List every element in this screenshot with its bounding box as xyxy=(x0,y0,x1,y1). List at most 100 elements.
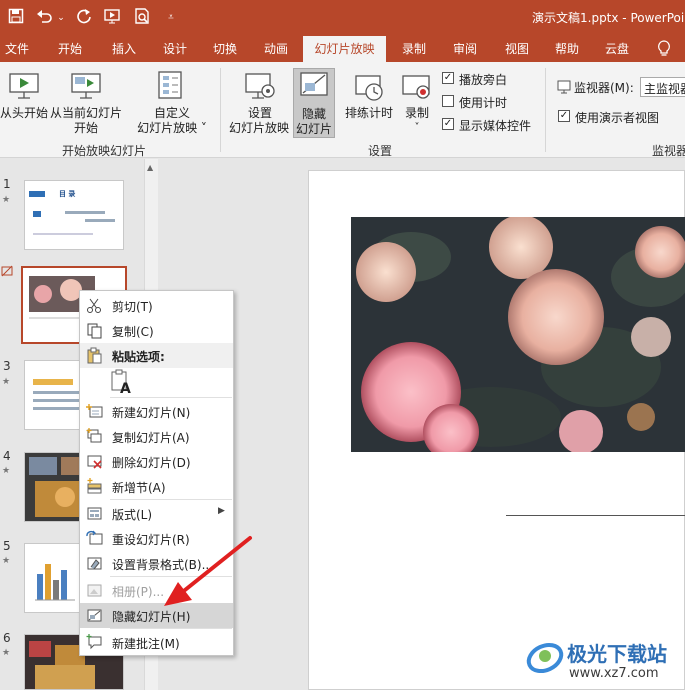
watermark: 极光下载站 www.xz7.com xyxy=(525,632,685,690)
hidden-slide-icon xyxy=(1,265,13,280)
ribbon-separator xyxy=(545,68,546,152)
add-section-icon xyxy=(86,478,103,495)
setup-slideshow-icon[interactable] xyxy=(244,70,276,105)
menu-separator xyxy=(110,397,232,398)
scroll-up-icon[interactable]: ▲ xyxy=(147,163,153,172)
print-preview-icon[interactable] xyxy=(132,8,154,28)
menu-item-add-section[interactable]: 新增节(A) xyxy=(80,474,233,499)
tab-record[interactable]: 录制 xyxy=(395,36,433,62)
tab-slideshow[interactable]: 幻灯片放映 xyxy=(303,36,386,62)
monitor-select-value: 主监视器 xyxy=(644,82,685,96)
thumb-decoration xyxy=(29,191,45,197)
setup-slideshow-button[interactable]: 设置 xyxy=(238,106,282,121)
hide-slide-icon xyxy=(86,607,103,624)
menu-item-label: 复制幻灯片(A) xyxy=(112,431,190,445)
group-start-slideshow: 开始放映幻灯片 xyxy=(62,144,147,158)
menu-item-label: 剪切(T) xyxy=(112,300,153,314)
from-current-button-line2: 开始 xyxy=(73,121,98,135)
menu-item-label: 粘贴选项: xyxy=(112,350,165,364)
from-beginning-icon[interactable] xyxy=(102,8,124,28)
menu-separator xyxy=(110,499,232,500)
tab-view[interactable]: 视图 xyxy=(497,36,537,62)
menu-separator xyxy=(110,628,232,629)
undo-dropdown-icon[interactable]: ⌄ xyxy=(56,8,66,28)
lightbulb-icon[interactable] xyxy=(652,36,676,62)
from-current-icon[interactable] xyxy=(70,70,102,105)
rehearse-timings-button[interactable]: 排练计时 xyxy=(340,106,398,121)
thumb-decoration xyxy=(85,219,115,222)
animation-star-icon: ★ xyxy=(2,648,11,658)
thumb-title: 目 录 xyxy=(59,190,76,198)
tab-home[interactable]: 开始 xyxy=(50,36,90,62)
slide-thumbnail-1[interactable]: 目 录 xyxy=(24,180,124,250)
rose-photo[interactable] xyxy=(351,217,685,452)
paste-keep-text-only-icon[interactable]: A xyxy=(110,369,134,397)
tab-file[interactable]: 文件 xyxy=(0,36,34,62)
from-beginning-large-icon[interactable] xyxy=(8,70,40,105)
tab-design[interactable]: 设计 xyxy=(155,36,195,62)
new-comment-icon xyxy=(86,634,103,651)
animation-star-icon: ★ xyxy=(2,466,11,476)
delete-slide-icon xyxy=(86,453,103,470)
document-title: 演示文稿1.pptx - PowerPoint xyxy=(532,11,685,25)
presenter-view-label: 使用演示者视图 xyxy=(575,111,660,125)
menu-item-new-comment[interactable]: 新建批注(M) xyxy=(80,630,233,655)
show-media-controls-checkbox[interactable]: ✓ xyxy=(442,118,454,130)
presenter-view-checkbox[interactable]: ✓ xyxy=(558,110,570,122)
svg-text:A: A xyxy=(120,381,131,395)
menu-item-cut[interactable]: 剪切(T) xyxy=(80,293,233,318)
hide-slide-label: 隐藏 xyxy=(301,107,326,121)
tab-review[interactable]: 审阅 xyxy=(445,36,485,62)
menu-item-layout[interactable]: 版式(L) ▶ xyxy=(80,501,233,526)
play-narrations-label: 播放旁白 xyxy=(459,73,508,87)
from-beginning-button[interactable]: 从头开始 xyxy=(0,106,48,121)
menu-item-duplicate-slide[interactable]: 复制幻灯片(A) xyxy=(80,424,233,449)
customize-quick-access-icon[interactable]: ⩡ xyxy=(164,8,178,28)
play-narrations-checkbox[interactable]: ✓ xyxy=(442,72,454,84)
record-dropdown-icon[interactable]: ˅ xyxy=(400,120,434,135)
custom-slideshow-button[interactable]: 自定义 xyxy=(136,106,208,121)
custom-slideshow-icon[interactable] xyxy=(155,70,187,105)
title-bar: ⌄ ⩡ 演示文稿1.pptx - PowerPoint xyxy=(0,0,685,36)
slide-number: 3 xyxy=(3,359,11,373)
tab-cloud[interactable]: 云盘 xyxy=(597,36,637,62)
monitor-label: 监视器(M): xyxy=(574,81,634,95)
menu-item-label: 删除幻灯片(D) xyxy=(112,456,191,470)
menu-item-delete-slide[interactable]: 删除幻灯片(D) xyxy=(80,449,233,474)
tab-insert[interactable]: 插入 xyxy=(104,36,144,62)
layout-icon xyxy=(86,505,103,522)
rehearse-timings-icon[interactable] xyxy=(354,72,386,107)
menu-item-label: 新增节(A) xyxy=(112,481,166,495)
record-icon[interactable] xyxy=(401,72,433,107)
scissors-icon xyxy=(86,297,103,314)
tab-help[interactable]: 帮助 xyxy=(547,36,587,62)
slide-number: 4 xyxy=(3,449,11,463)
watermark-logo-icon xyxy=(525,636,565,679)
tab-animations[interactable]: 动画 xyxy=(256,36,296,62)
new-slide-icon xyxy=(86,403,103,420)
monitor-select[interactable]: 主监视器 xyxy=(640,77,685,97)
hide-slide-label-line2: 幻灯片 xyxy=(295,122,332,136)
thumb-decoration xyxy=(65,211,105,214)
hide-slide-button[interactable]: 隐藏 幻灯片 xyxy=(293,68,335,138)
photo-album-icon xyxy=(86,582,103,599)
use-timings-checkbox[interactable] xyxy=(442,95,454,107)
menu-item-paste-options: 粘贴选项: xyxy=(80,343,233,368)
slide-number: 5 xyxy=(3,539,11,553)
show-media-controls-label: 显示媒体控件 xyxy=(459,119,532,133)
save-icon[interactable] xyxy=(6,8,26,28)
record-button[interactable]: 录制 xyxy=(400,106,434,121)
undo-icon[interactable] xyxy=(34,8,56,28)
ribbon: 从头开始 从当前幻灯片 开始 自定义 幻灯片放映 ˅ 开始放映幻灯片 设置 幻灯… xyxy=(0,62,685,158)
tab-transitions[interactable]: 切换 xyxy=(205,36,245,62)
animation-star-icon: ★ xyxy=(2,377,11,387)
menu-item-new-slide[interactable]: 新建幻灯片(N) xyxy=(80,399,233,424)
annotation-arrow xyxy=(164,536,252,606)
menu-item-label: 新建批注(M) xyxy=(112,637,180,651)
from-current-button[interactable]: 从当前幻灯片 xyxy=(48,106,124,121)
redo-icon[interactable] xyxy=(74,8,94,28)
monitor-icon xyxy=(557,80,571,97)
menu-item-copy[interactable]: 复制(C) xyxy=(80,318,233,343)
use-timings-label: 使用计时 xyxy=(459,96,508,110)
ribbon-separator xyxy=(220,68,221,152)
